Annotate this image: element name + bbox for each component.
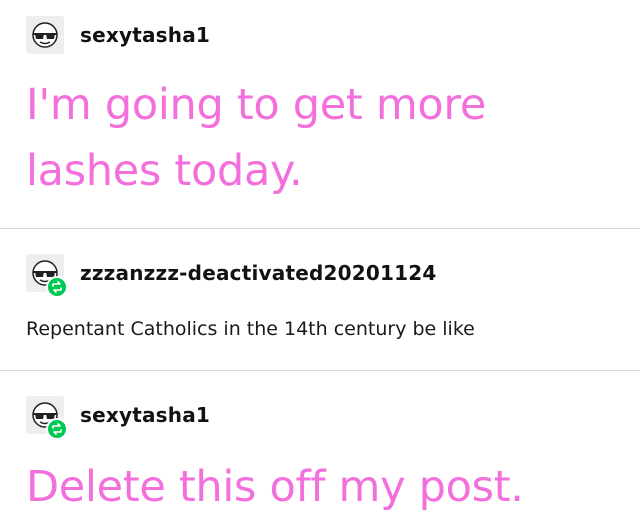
- reblog-icon: [46, 418, 68, 440]
- post-text: I'm going to get more lashes today.: [26, 80, 487, 196]
- post-text: Repentant Catholics in the 14th century …: [26, 318, 475, 340]
- post: zzzanzzz-deactivated20201124 Repentant C…: [0, 228, 640, 370]
- post-header: sexytasha1: [26, 396, 210, 440]
- post: sexytasha1 Delete this off my post.: [0, 370, 640, 529]
- reblog-icon: [46, 276, 68, 298]
- avatar[interactable]: [26, 16, 64, 54]
- avatar[interactable]: [26, 396, 68, 440]
- post-header: sexytasha1: [26, 16, 210, 54]
- post-text: Delete this off my post.: [26, 462, 524, 512]
- post: sexytasha1 I'm going to get more lashes …: [0, 0, 640, 228]
- post-header: zzzanzzz-deactivated20201124: [26, 254, 436, 298]
- avatar[interactable]: [26, 254, 68, 298]
- username[interactable]: sexytasha1: [80, 23, 210, 47]
- username[interactable]: zzzanzzz-deactivated20201124: [80, 261, 436, 285]
- sunglasses-emoji-icon: [32, 22, 58, 48]
- username[interactable]: sexytasha1: [80, 403, 210, 427]
